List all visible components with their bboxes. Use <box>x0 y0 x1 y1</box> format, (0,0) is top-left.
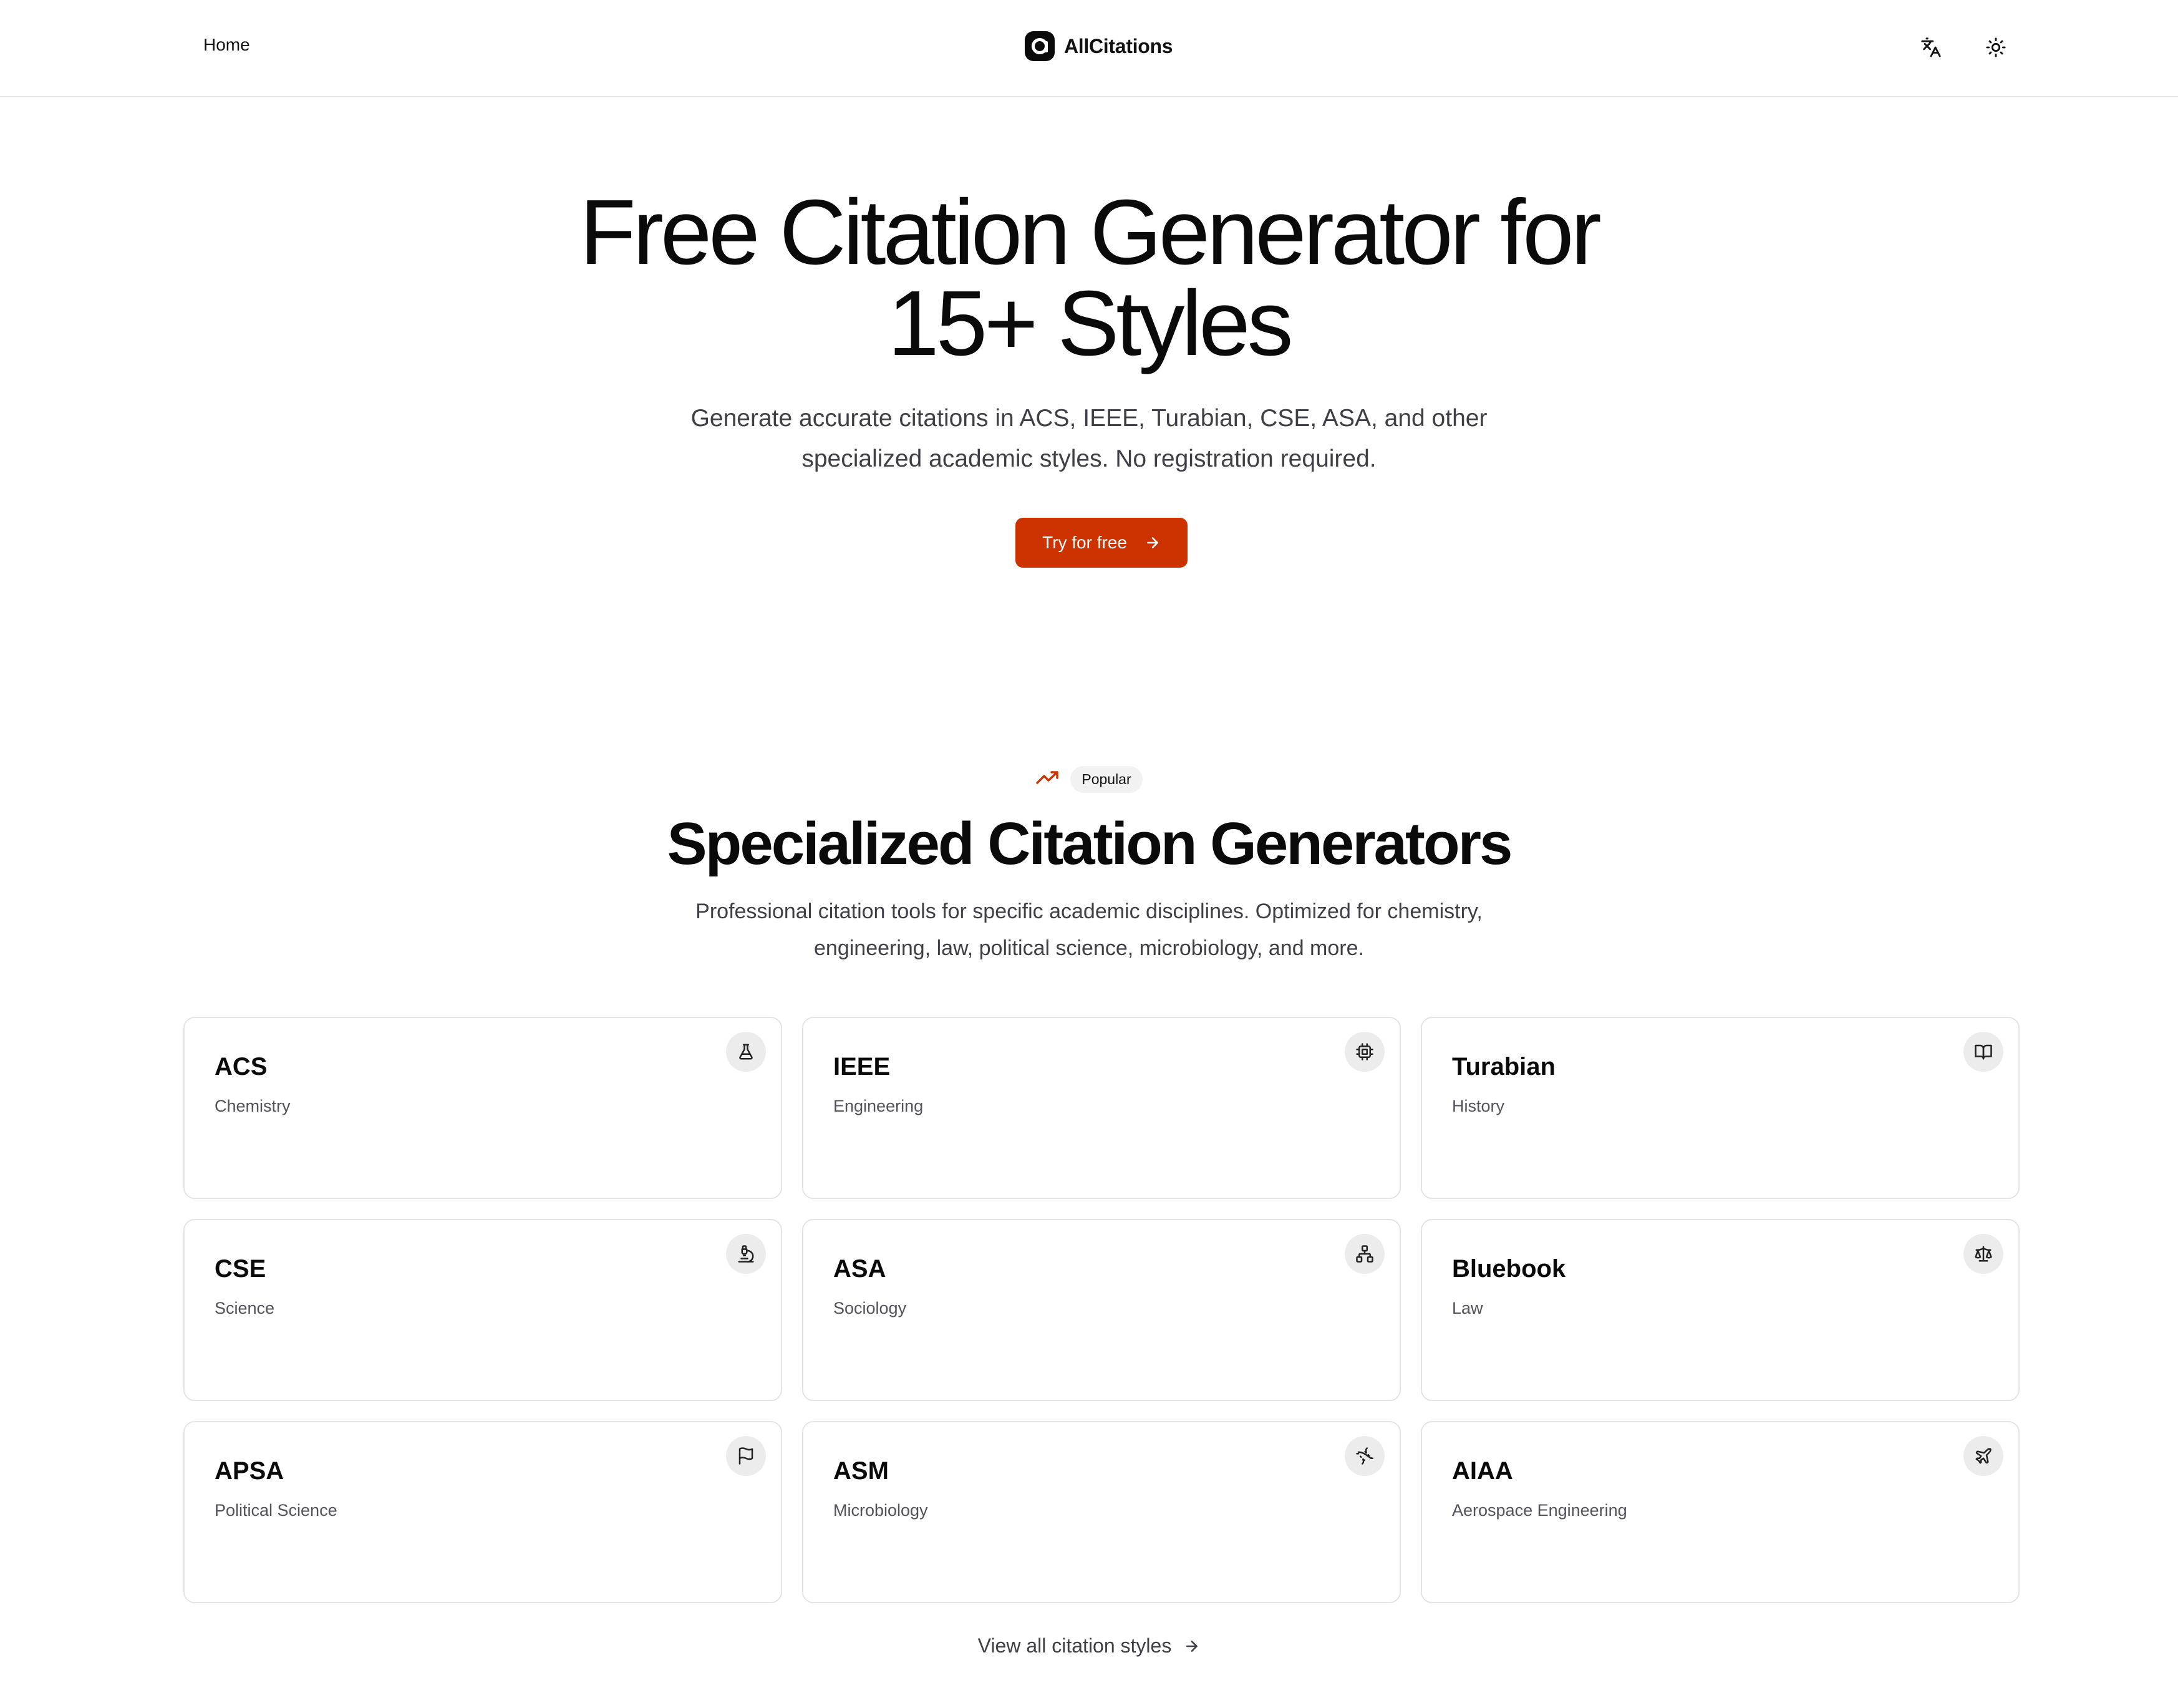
top-navbar: Home AllCitations <box>0 0 2178 97</box>
card-subtitle: History <box>1452 1097 1505 1115</box>
popular-badge-row: Popular <box>0 766 2178 793</box>
section-subtitle-line1: Professional citation tools for specific… <box>695 900 1483 923</box>
section-subtitle-line2: engineering, law, political science, mic… <box>814 936 1364 960</box>
hero-title: Free Citation Generator for 15+ Styles <box>0 187 2178 370</box>
language-button[interactable] <box>1912 29 1950 66</box>
brand[interactable]: AllCitations <box>1024 30 1173 62</box>
style-card-acs[interactable]: ACS Chemistry <box>183 1017 782 1199</box>
style-card-aiaa[interactable]: AIAA Aerospace Engineering <box>1421 1421 2020 1603</box>
card-title: IEEE <box>833 1053 891 1080</box>
translate-icon <box>1921 37 1941 57</box>
theme-toggle-button[interactable] <box>1977 29 2015 66</box>
hero-subtitle-line2: specialized academic styles. No registra… <box>801 445 1377 472</box>
hero-subtitle-line1: Generate accurate citations in ACS, IEEE… <box>690 405 1488 432</box>
book-open-icon <box>1963 1032 2003 1072</box>
section-title: Specialized Citation Generators <box>667 810 1513 877</box>
hero-title-line1: Free Citation Generator for <box>579 181 1602 284</box>
card-title: ACS <box>215 1053 268 1080</box>
card-subtitle: Science <box>215 1299 275 1317</box>
card-title: APSA <box>215 1457 284 1485</box>
popular-badge: Popular <box>1070 766 1143 793</box>
scales-icon <box>1963 1234 2003 1274</box>
style-card-asm[interactable]: ASM Microbiology <box>802 1421 1401 1603</box>
try-for-free-button[interactable]: Try for free <box>1015 518 1188 568</box>
arrow-right-icon <box>1147 537 1158 548</box>
card-subtitle: Engineering <box>833 1097 924 1115</box>
flask-icon <box>726 1032 766 1072</box>
network-icon <box>1345 1234 1385 1274</box>
nav-home-link[interactable]: Home <box>203 35 250 55</box>
dna-icon <box>1345 1436 1385 1476</box>
hero-subtitle: Generate accurate citations in ACS, IEEE… <box>684 398 1494 479</box>
brand-name: AllCitations <box>1064 34 1173 57</box>
card-subtitle: Aerospace Engineering <box>1452 1501 1627 1520</box>
card-subtitle: Political Science <box>215 1501 337 1520</box>
cta-label: Try for free <box>1042 533 1127 552</box>
card-subtitle: Chemistry <box>215 1097 291 1115</box>
brand-logo-icon <box>1025 31 1055 61</box>
hero-title-line2: 15+ Styles <box>888 272 1293 375</box>
card-title: ASA <box>833 1255 886 1283</box>
cpu-chip-icon <box>1345 1032 1385 1072</box>
card-subtitle: Microbiology <box>833 1501 928 1520</box>
view-all-styles-link[interactable]: View all citation styles <box>0 1634 2178 1657</box>
style-card-cse[interactable]: CSE Science <box>183 1219 782 1401</box>
card-title: Bluebook <box>1452 1255 1566 1283</box>
card-subtitle: Sociology <box>833 1299 907 1317</box>
arrow-right-icon <box>1186 1640 1198 1652</box>
microscope-icon <box>726 1234 766 1274</box>
section-subtitle: Professional citation tools for specific… <box>652 893 1526 967</box>
flag-icon <box>726 1436 766 1476</box>
card-subtitle: Law <box>1452 1299 1483 1317</box>
style-card-apsa[interactable]: APSA Political Science <box>183 1421 782 1603</box>
citation-style-grid: ACS Chemistry IEEE Engineering Turabian … <box>183 1017 2020 1603</box>
sun-icon <box>1986 37 2006 57</box>
rocket-icon <box>1963 1436 2003 1476</box>
style-card-asa[interactable]: ASA Sociology <box>802 1219 1401 1401</box>
style-card-bluebook[interactable]: Bluebook Law <box>1421 1219 2020 1401</box>
card-title: ASM <box>833 1457 889 1485</box>
view-all-label: View all citation styles <box>977 1634 1172 1657</box>
card-title: CSE <box>215 1255 266 1283</box>
trending-up-icon <box>1035 769 1060 790</box>
card-title: Turabian <box>1452 1053 1556 1080</box>
card-title: AIAA <box>1452 1457 1513 1485</box>
style-card-ieee[interactable]: IEEE Engineering <box>802 1017 1401 1199</box>
style-card-turabian[interactable]: Turabian History <box>1421 1017 2020 1199</box>
